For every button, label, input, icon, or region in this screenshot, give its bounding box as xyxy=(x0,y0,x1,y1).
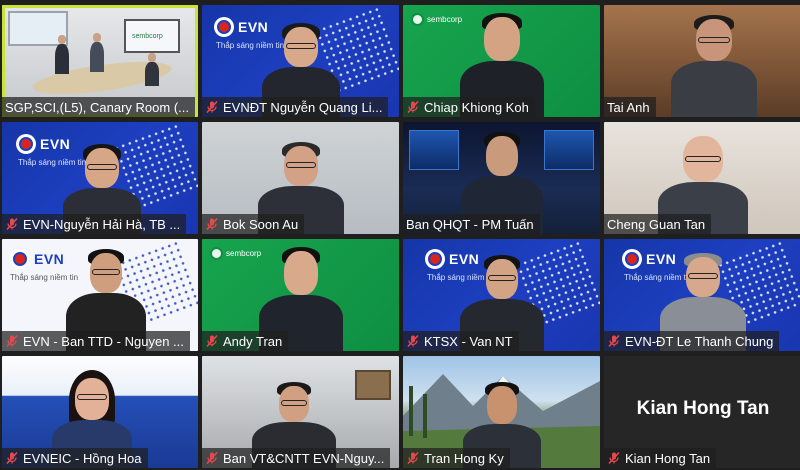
participant-nameplate: Bok Soon Au xyxy=(202,214,305,234)
participant-nameplate: Ban QHQT - PM Tuấn xyxy=(403,214,540,234)
participant-figure xyxy=(142,53,162,93)
video-tile-bok-soon-au[interactable]: Bok Soon Au xyxy=(202,122,399,234)
video-gallery: SGP,SCI,(L5), Canary Room (... EVN Thắp … xyxy=(0,0,800,470)
studio-backdrop-screen xyxy=(409,130,459,170)
participant-name: KTSX - Van NT xyxy=(424,333,513,349)
participant-name: Cheng Guan Tan xyxy=(607,216,706,232)
mic-off-icon[interactable] xyxy=(607,334,621,348)
evn-logo-icon xyxy=(622,249,642,269)
video-tile-canary-room[interactable]: SGP,SCI,(L5), Canary Room (... xyxy=(2,5,198,117)
participant-nameplate: EVNĐT Nguyễn Quang Li... xyxy=(202,97,389,117)
video-off-display-name: Kian Hong Tan xyxy=(636,398,770,419)
participant-nameplate: Kian Hong Tan xyxy=(604,448,717,468)
video-tile-tran-hong-ky[interactable]: Tran Hong Ky xyxy=(403,356,600,468)
video-tile-evneic-hong-hoa[interactable]: EVNEIC - Hồng Hoa xyxy=(2,356,198,468)
participant-nameplate: Cheng Guan Tan xyxy=(604,214,712,234)
participant-name: EVN-ĐT Le Thanh Chung xyxy=(625,333,774,349)
participant-name: Andy Tran xyxy=(223,333,283,349)
participant-name: Ban VT&CNTT EVN-Nguy... xyxy=(223,450,385,466)
participant-name: Ban QHQT - PM Tuấn xyxy=(406,216,534,232)
evn-logo: EVN xyxy=(10,249,64,269)
participant-nameplate: Ban VT&CNTT EVN-Nguy... xyxy=(202,448,391,468)
participant-name: Tran Hong Ky xyxy=(424,450,504,466)
participant-name: Kian Hong Tan xyxy=(625,450,711,466)
mic-off-icon[interactable] xyxy=(406,334,420,348)
participant-nameplate: Tran Hong Ky xyxy=(403,448,510,468)
participant-name: EVN - Ban TTD - Nguyen ... xyxy=(23,333,184,349)
participant-figure xyxy=(671,15,757,117)
sembcorp-logo: sembcorp xyxy=(210,247,261,260)
evn-logo-icon xyxy=(425,249,445,269)
video-tile-ban-qhqt-pm-tuan[interactable]: Ban QHQT - PM Tuấn xyxy=(403,122,600,234)
participant-nameplate: EVN - Ban TTD - Nguyen ... xyxy=(2,331,190,351)
participant-name: Chiap Khiong Koh xyxy=(424,99,529,115)
evn-logo-text: EVN xyxy=(34,251,65,267)
participant-nameplate: Andy Tran xyxy=(202,331,289,351)
mic-off-icon[interactable] xyxy=(5,217,19,231)
participant-name: EVNEIC - Hồng Hoa xyxy=(23,450,142,466)
participant-nameplate: KTSX - Van NT xyxy=(403,331,519,351)
video-tile-kian-hong-tan[interactable]: Kian Hong Tan Kian Hong Tan xyxy=(604,356,800,468)
video-tile-chiap-khiong-koh[interactable]: sembcorp Chiap Khiong Koh xyxy=(403,5,600,117)
participant-nameplate: EVN-Nguyễn Hải Hà, TB ... xyxy=(2,214,187,234)
participant-nameplate: Tai Anh xyxy=(604,97,656,117)
evn-logo-icon xyxy=(10,249,30,269)
studio-backdrop-screen xyxy=(544,130,594,170)
participant-name: EVN-Nguyễn Hải Hà, TB ... xyxy=(23,216,181,232)
video-tile-evn-dt-le-thanh-chung[interactable]: EVN Thắp sáng niềm tin EVN-ĐT Le Thanh C… xyxy=(604,239,800,351)
mic-off-icon[interactable] xyxy=(205,334,219,348)
mic-off-icon[interactable] xyxy=(406,100,420,114)
participant-nameplate: SGP,SCI,(L5), Canary Room (... xyxy=(2,97,195,117)
participant-name: SGP,SCI,(L5), Canary Room (... xyxy=(5,99,189,115)
mic-off-icon[interactable] xyxy=(205,451,219,465)
mic-off-icon[interactable] xyxy=(5,334,19,348)
video-tile-cheng-guan-tan[interactable]: Cheng Guan Tan xyxy=(604,122,800,234)
video-tile-evndt-nguyen-quang[interactable]: EVN Thắp sáng niềm tin EVNĐT Nguyễn Quan… xyxy=(202,5,399,117)
video-tile-ban-vt-cntt[interactable]: Ban VT&CNTT EVN-Nguy... xyxy=(202,356,399,468)
video-tile-andy-tran[interactable]: sembcorp Andy Tran xyxy=(202,239,399,351)
video-tile-evn-nguyen-hai-ha[interactable]: EVN Thắp sáng niềm tin EVN-Nguyễn Hải Hà… xyxy=(2,122,198,234)
participant-nameplate: Chiap Khiong Koh xyxy=(403,97,535,117)
evn-logo-icon xyxy=(16,134,36,154)
mic-off-icon[interactable] xyxy=(406,451,420,465)
participant-nameplate: EVN-ĐT Le Thanh Chung xyxy=(604,331,780,351)
wall-picture xyxy=(355,370,391,400)
participant-name: Tai Anh xyxy=(607,99,650,115)
participant-figure xyxy=(87,33,107,83)
video-tile-evn-ban-ttd[interactable]: EVN Thắp sáng niềm tin EVN - Ban TTD - N… xyxy=(2,239,198,351)
evn-logo-icon xyxy=(214,17,234,37)
video-tile-ktsx-van-nt[interactable]: EVN Thắp sáng niềm tin KTSX - Van NT xyxy=(403,239,600,351)
participant-figure xyxy=(52,35,72,85)
mic-off-icon[interactable] xyxy=(607,451,621,465)
video-tile-tai-anh[interactable]: Tai Anh xyxy=(604,5,800,117)
participant-name: EVNĐT Nguyễn Quang Li... xyxy=(223,99,383,115)
mic-off-icon[interactable] xyxy=(5,451,19,465)
sembcorp-logo: sembcorp xyxy=(411,13,462,26)
room-display-screen xyxy=(124,19,180,53)
mic-off-icon[interactable] xyxy=(205,100,219,114)
participant-name: Bok Soon Au xyxy=(223,216,299,232)
participant-nameplate: EVNEIC - Hồng Hoa xyxy=(2,448,148,468)
mic-off-icon[interactable] xyxy=(205,217,219,231)
